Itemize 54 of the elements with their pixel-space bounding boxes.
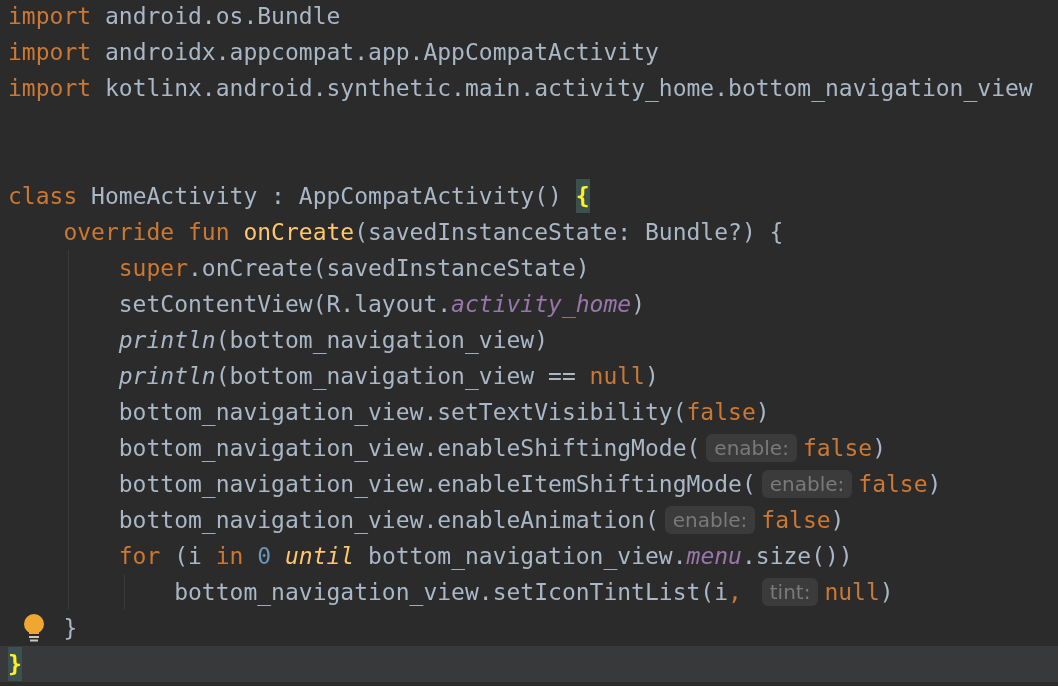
code-token: (i (173, 541, 203, 571)
code-token: } (63, 613, 78, 643)
code-token: .size()) (741, 541, 853, 571)
code-token: onCreate (243, 217, 355, 247)
matched-brace: { (575, 178, 590, 214)
code-token: bottom_navigation_view.enableItemShiftingMode( (118, 469, 756, 500)
parameter-hint: enable: (664, 506, 756, 534)
code-token: import (8, 37, 92, 67)
code-token: bottom_navigation_view.enableAnimation( (118, 505, 659, 536)
code-token: false (686, 397, 756, 427)
code-token: kotlinx.android.synthetic.main.activity_home.bottom_navigation_view (103, 73, 1033, 104)
code-token: setContentView(R.layout. (118, 289, 452, 319)
code-token: false (802, 433, 873, 463)
code-token: bottom_navigation_view. (367, 541, 687, 572)
code-token: null (824, 577, 880, 607)
code-token: androidx.appcompat.app.AppCompatActivity (103, 37, 659, 67)
parameter-hint: tint: (761, 578, 819, 606)
code-token: for (118, 541, 161, 571)
code-token: ) (927, 469, 942, 499)
code-token: ) (879, 577, 894, 607)
code-token: bottom_navigation_view.setTextVisibility( (118, 397, 687, 428)
code-token: false (858, 469, 928, 499)
code-token: println (118, 325, 216, 355)
code-token: super (118, 253, 188, 283)
code-token: class (8, 181, 78, 211)
code-token: ) (872, 433, 886, 463)
code-token: menu (686, 541, 742, 571)
code-token: .onCreate(savedInstanceState) (188, 253, 590, 283)
code-token: null (589, 361, 645, 391)
code-token: (bottom_navigation_view) (215, 325, 549, 356)
code-token: (bottom_navigation_view == (215, 361, 577, 392)
code-token: override fun (63, 217, 231, 247)
matched-brace: } (8, 646, 22, 682)
code-token: activity_home (451, 289, 632, 320)
code-token: import (8, 73, 92, 103)
code-token: in (215, 541, 245, 571)
code-token: println (118, 361, 216, 391)
code-token: bottom_navigation_view.setIconTintList(i (174, 577, 729, 608)
code-token: ) (755, 397, 770, 427)
parameter-hint: enable: (761, 470, 853, 498)
code-token: , (728, 577, 743, 607)
code-token: 0 (257, 541, 272, 571)
code-token: import (8, 1, 92, 31)
code-token: ) (631, 289, 645, 319)
code-token: ) (644, 361, 659, 391)
lightbulb-icon[interactable] (22, 614, 46, 642)
code-token: android.os.Bundle (103, 1, 341, 31)
code-token: (savedInstanceState: Bundle?) { (354, 217, 784, 247)
code-token: ) (830, 505, 845, 535)
code-token: false (761, 505, 831, 535)
parameter-hint: enable: (706, 434, 797, 462)
code-token: until (283, 541, 355, 571)
code-token: HomeActivity : AppCompatActivity() (90, 181, 563, 211)
code-token: bottom_navigation_view.enableShiftingMode( (118, 433, 701, 464)
